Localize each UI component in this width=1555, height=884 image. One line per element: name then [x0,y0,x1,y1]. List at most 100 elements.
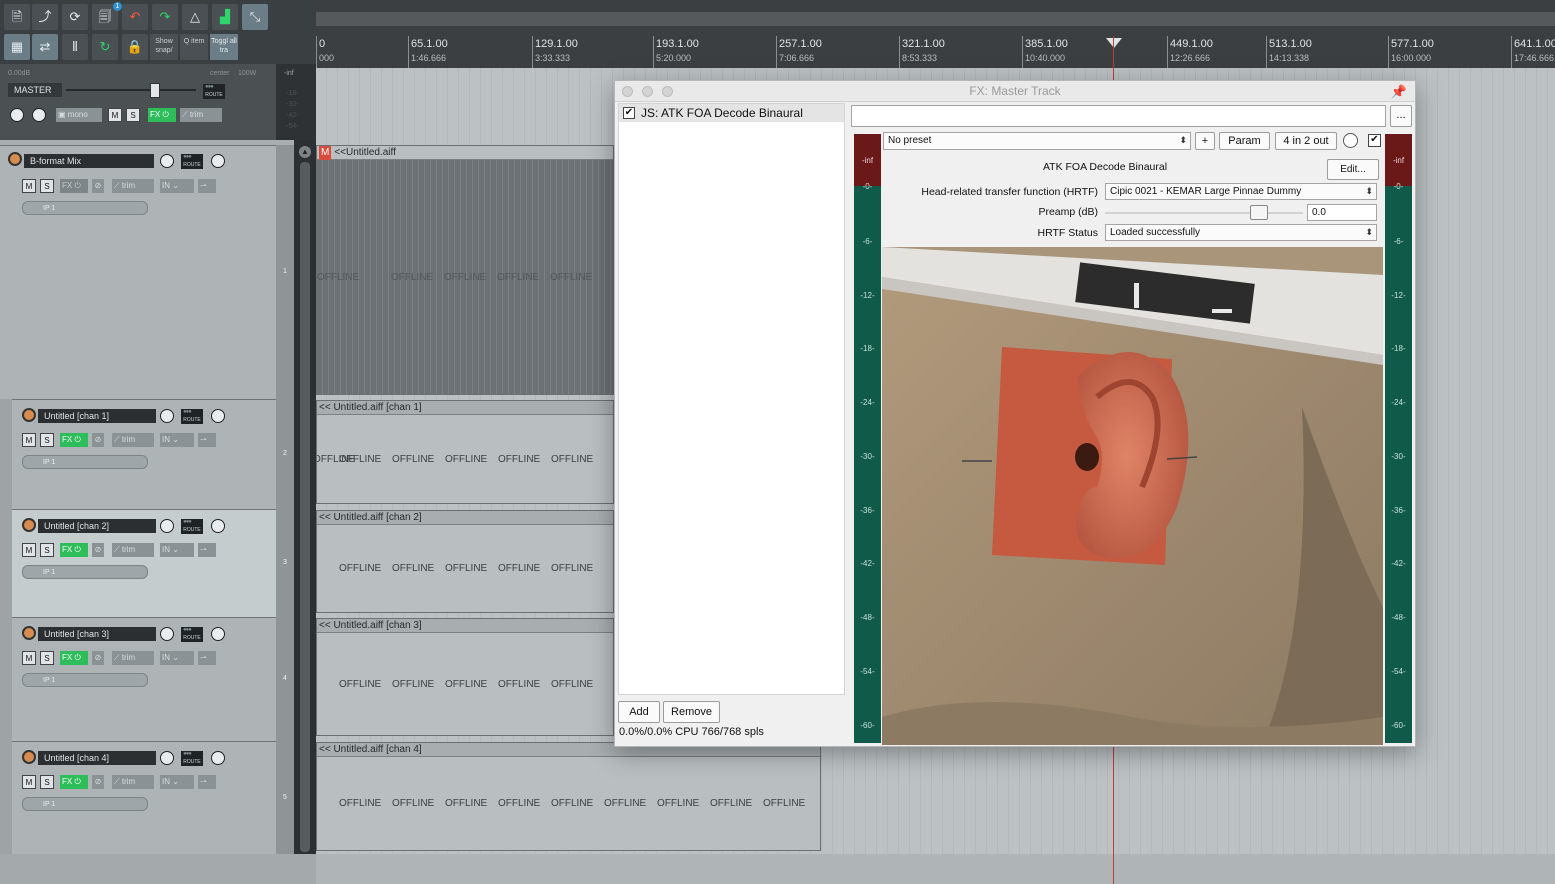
volume-knob[interactable] [160,409,174,423]
input-select[interactable]: IP 1 [22,455,148,469]
wet-dry-knob[interactable] [1343,133,1358,148]
q-item-button[interactable]: Q item [180,34,208,60]
input-select[interactable]: IP 1 [22,201,148,215]
mute-button[interactable]: M [22,775,36,789]
record-mode-icon[interactable]: ⇀ [198,433,216,447]
route-button[interactable]: ROUTE [181,401,203,424]
phase-icon[interactable]: ⊘ [92,775,104,789]
scrollbar-thumb[interactable] [300,162,310,852]
track-name-field[interactable]: Untitled [chan 1] [38,409,156,423]
record-arm-icon[interactable] [8,152,22,166]
project-settings-icon[interactable]: 🗐 1 [92,2,122,30]
fx-button[interactable]: FX ⏻ [60,433,88,447]
fx-bypass-checkbox[interactable]: ✔ [1368,134,1381,147]
master-volume-slider-handle[interactable] [150,83,160,98]
track-name-field[interactable]: Untitled [chan 3] [38,627,156,641]
master-pan-knob[interactable] [10,108,24,122]
add-fx-button[interactable]: Add [618,701,660,723]
lock-icon[interactable]: 🔒 [122,34,148,60]
fx-button[interactable]: FX ⏻ [60,179,88,193]
master-width-knob[interactable] [32,108,46,122]
arrange-empty-area[interactable] [316,854,1555,884]
input-monitor-button[interactable]: IN ⌄ [160,179,194,193]
phase-icon[interactable]: ⊘ [92,543,104,557]
input-monitor-button[interactable]: IN ⌄ [160,651,194,665]
pan-knob[interactable] [211,751,225,765]
new-project-icon[interactable]: 🗎 [4,4,30,30]
save-project-icon[interactable]: ⟳ [62,4,88,30]
phase-icon[interactable]: ⊘ [92,179,104,193]
track-panel[interactable]: Untitled [chan 3] ROUTE M S FX ⏻ ⊘ ⟋ tri… [12,617,276,741]
record-mode-icon[interactable]: ⇀ [198,543,216,557]
trim-button[interactable]: ⟋ trim [112,651,154,665]
loop-icon[interactable]: ↻ [92,34,118,60]
fx-window-titlebar[interactable]: FX: Master Track 📌 [615,81,1415,102]
mute-button[interactable]: M [22,433,36,447]
auto-crossfade-icon[interactable]: ⇄ [32,34,58,60]
master-trim-button[interactable]: ⟋ trim [180,108,222,122]
solo-button[interactable]: S [40,775,54,789]
preamp-value-field[interactable]: 0.0 [1307,204,1377,221]
track-panel[interactable]: Untitled [chan 1] ROUTE M S FX ⏻ ⊘ ⟋ tri… [12,399,276,509]
fx-button[interactable]: FX ⏻ [60,543,88,557]
playhead-marker-icon[interactable] [1106,38,1122,48]
phase-icon[interactable]: ⊘ [92,651,104,665]
media-item[interactable]: << Untitled.aiff [chan 1] OFFLINE OFFLIN… [316,400,614,504]
timeline-ruler[interactable]: 0 000 65.1.00 1:46.666 129.1.00 3:33.333 19… [316,0,1555,68]
record-arm-icon[interactable] [22,626,36,640]
trim-button[interactable]: ⟋ trim [112,433,154,447]
io-routing-button[interactable]: 4 in 2 out [1275,132,1337,150]
mute-button[interactable]: M [22,179,36,193]
fx-chain-item[interactable]: ✔ JS: ATK FOA Decode Binaural [619,104,844,122]
fx-button[interactable]: FX ⏻ [60,775,88,789]
volume-knob[interactable] [160,154,174,168]
mute-button[interactable]: M [22,543,36,557]
hrtf-select[interactable]: Cipic 0021 - KEMAR Large Pinnae Dummy ⬍ [1105,183,1377,200]
master-mute-button[interactable]: M [108,108,122,122]
open-project-icon[interactable]: ⤴ [32,4,58,30]
media-item[interactable]: << Untitled.aiff [chan 4] OFFLINE OFFLIN… [316,742,821,851]
solo-button[interactable]: S [40,543,54,557]
phase-icon[interactable]: ⊘ [92,433,104,447]
grid-icon[interactable]: ▟ [212,4,238,30]
select-tool-icon[interactable]: ▦ [4,34,30,60]
toggle-all-tracks-button[interactable]: Toggl all tra [210,34,238,60]
solo-button[interactable]: S [40,433,54,447]
preamp-slider-handle[interactable] [1250,205,1268,220]
media-item[interactable]: << Untitled.aiff [chan 2] OFFLINE OFFLIN… [316,510,614,613]
show-snap-button[interactable]: Show snap/ [150,34,178,60]
solo-button[interactable]: S [40,179,54,193]
ripple-edit-icon[interactable]: ⤡ [242,4,268,30]
input-monitor-button[interactable]: IN ⌄ [160,433,194,447]
fx-top-field[interactable] [851,105,1386,127]
pan-knob[interactable] [211,154,225,168]
scroll-up-icon[interactable]: ▲ [299,146,311,158]
more-options-button[interactable]: ... [1390,105,1412,127]
trim-button[interactable]: ⟋ trim [112,775,154,789]
route-button[interactable]: ROUTE [181,146,203,169]
track-name-field[interactable]: Untitled [chan 4] [38,751,156,765]
master-fx-button[interactable]: FX ⏻ [148,108,176,122]
media-item[interactable]: << Untitled.aiff [chan 3] OFFLINE OFFLIN… [316,618,614,736]
solo-button[interactable]: S [40,651,54,665]
ruler-region-lane[interactable] [316,12,1555,26]
trim-button[interactable]: ⟋ trim [112,179,154,193]
pan-knob[interactable] [211,627,225,641]
track-name-field[interactable]: Untitled [chan 2] [38,519,156,533]
edit-plugin-button[interactable]: Edit... [1327,159,1379,180]
master-mono-button[interactable]: ▣ mono [56,108,102,122]
record-arm-icon[interactable] [22,518,36,532]
input-select[interactable]: IP 1 [22,797,148,811]
fx-enable-checkbox[interactable]: ✔ [623,107,635,119]
remove-fx-button[interactable]: Remove [663,701,720,723]
volume-knob[interactable] [160,627,174,641]
input-monitor-button[interactable]: IN ⌄ [160,543,194,557]
snap-icon[interactable]: ⦀ [62,34,88,60]
master-route-button[interactable]: ROUTE [203,76,225,99]
record-arm-icon[interactable] [22,750,36,764]
preset-select[interactable]: No preset ⬍ [883,132,1191,150]
master-volume-slider-track[interactable] [66,89,196,91]
record-mode-icon[interactable]: ⇀ [198,651,216,665]
input-select[interactable]: IP 1 [22,565,148,579]
route-button[interactable]: ROUTE [181,511,203,534]
